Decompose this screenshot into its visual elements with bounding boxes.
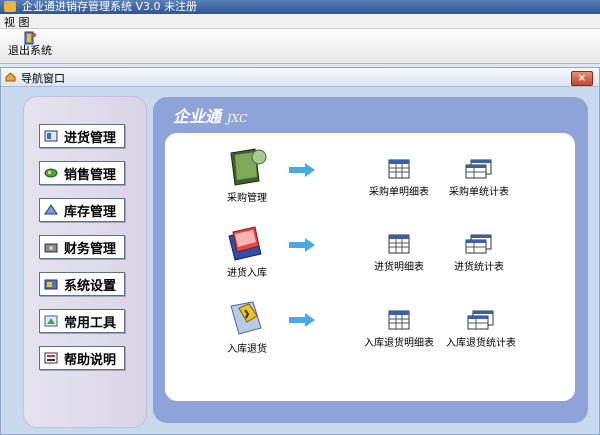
purchase-management-item[interactable]: 采购管理 xyxy=(205,147,289,204)
settings-icon xyxy=(44,278,58,290)
app-title-bar: 企业通进销存管理系统 V3.0 未注册 xyxy=(0,0,600,14)
exit-icon xyxy=(23,31,37,45)
navigation-window: 导航窗口 × 进货管理 销售管理 库存管理 财务管理 系统设置 常用工具 帮助说… xyxy=(0,67,600,435)
nav-window-icon xyxy=(5,72,16,82)
sales-icon xyxy=(44,167,58,179)
stock-in-item[interactable]: 进货入库 xyxy=(205,222,289,279)
detail-table-icon xyxy=(388,159,410,179)
stock-return-stats-item[interactable]: 入库退货统计表 xyxy=(437,310,525,349)
inventory-icon xyxy=(44,204,58,216)
stock-return-icon xyxy=(225,298,269,338)
arrow-right-icon xyxy=(289,313,315,327)
sidebar-item-settings[interactable]: 系统设置 xyxy=(39,272,125,296)
nav-window-title-bar: 导航窗口 × xyxy=(1,68,599,87)
brand-sub: JXC xyxy=(227,112,248,125)
arrow-right-icon xyxy=(289,238,315,252)
content-area: 采购管理 采购单明细表 采购单统计表 进货入库 进货明细表 进货统计表 入库退货… xyxy=(165,133,575,401)
app-icon xyxy=(4,1,16,12)
purchase-detail-item[interactable]: 采购单明细表 xyxy=(361,159,437,198)
exit-label: 退出系统 xyxy=(8,44,52,57)
stock-in-book-icon xyxy=(225,222,269,262)
exit-system-button[interactable]: 退出系统 xyxy=(6,31,54,61)
stats-table-icon xyxy=(465,159,493,179)
close-button[interactable]: × xyxy=(571,71,593,86)
menu-bar: 视 图 xyxy=(0,14,600,29)
sidebar-item-help[interactable]: 帮助说明 xyxy=(39,346,125,370)
stock-in-detail-item[interactable]: 进货明细表 xyxy=(361,234,437,273)
stock-in-stats-item[interactable]: 进货统计表 xyxy=(441,234,517,273)
sidebar-item-finance[interactable]: 财务管理 xyxy=(39,235,125,259)
purchase-stats-item[interactable]: 采购单统计表 xyxy=(441,159,517,198)
stock-return-item[interactable]: 入库退货 xyxy=(205,298,289,355)
help-icon xyxy=(44,352,58,364)
purchase-book-icon xyxy=(225,147,269,187)
toolbar: 退出系统 xyxy=(0,29,600,64)
arrow-right-icon xyxy=(289,163,315,177)
menu-view[interactable]: 视 图 xyxy=(4,14,30,30)
nav-window-title: 导航窗口 xyxy=(21,72,65,85)
stats-table-icon xyxy=(465,234,493,254)
tools-icon xyxy=(44,315,58,327)
sidebar-item-sales[interactable]: 销售管理 xyxy=(39,161,125,185)
finance-icon xyxy=(44,241,58,253)
sidebar-item-purchase[interactable]: 进货管理 xyxy=(39,124,125,148)
sidebar-item-inventory[interactable]: 库存管理 xyxy=(39,198,125,222)
detail-table-icon xyxy=(388,310,410,330)
brand-name: 企业通 xyxy=(173,107,222,126)
sidebar-item-tools[interactable]: 常用工具 xyxy=(39,309,125,333)
app-title: 企业通进销存管理系统 V3.0 未注册 xyxy=(22,0,198,13)
stats-table-icon xyxy=(467,310,495,330)
detail-table-icon xyxy=(388,234,410,254)
brand-logo: 企业通 JXC xyxy=(173,103,247,127)
main-panel: 企业通 JXC 采购管理 采购单明细表 采购单统计表 进货入库 进货明细表 进货… xyxy=(153,97,588,423)
purchase-icon xyxy=(44,130,58,142)
stock-return-detail-item[interactable]: 入库退货明细表 xyxy=(355,310,443,349)
sidebar: 进货管理 销售管理 库存管理 财务管理 系统设置 常用工具 帮助说明 xyxy=(23,96,147,428)
